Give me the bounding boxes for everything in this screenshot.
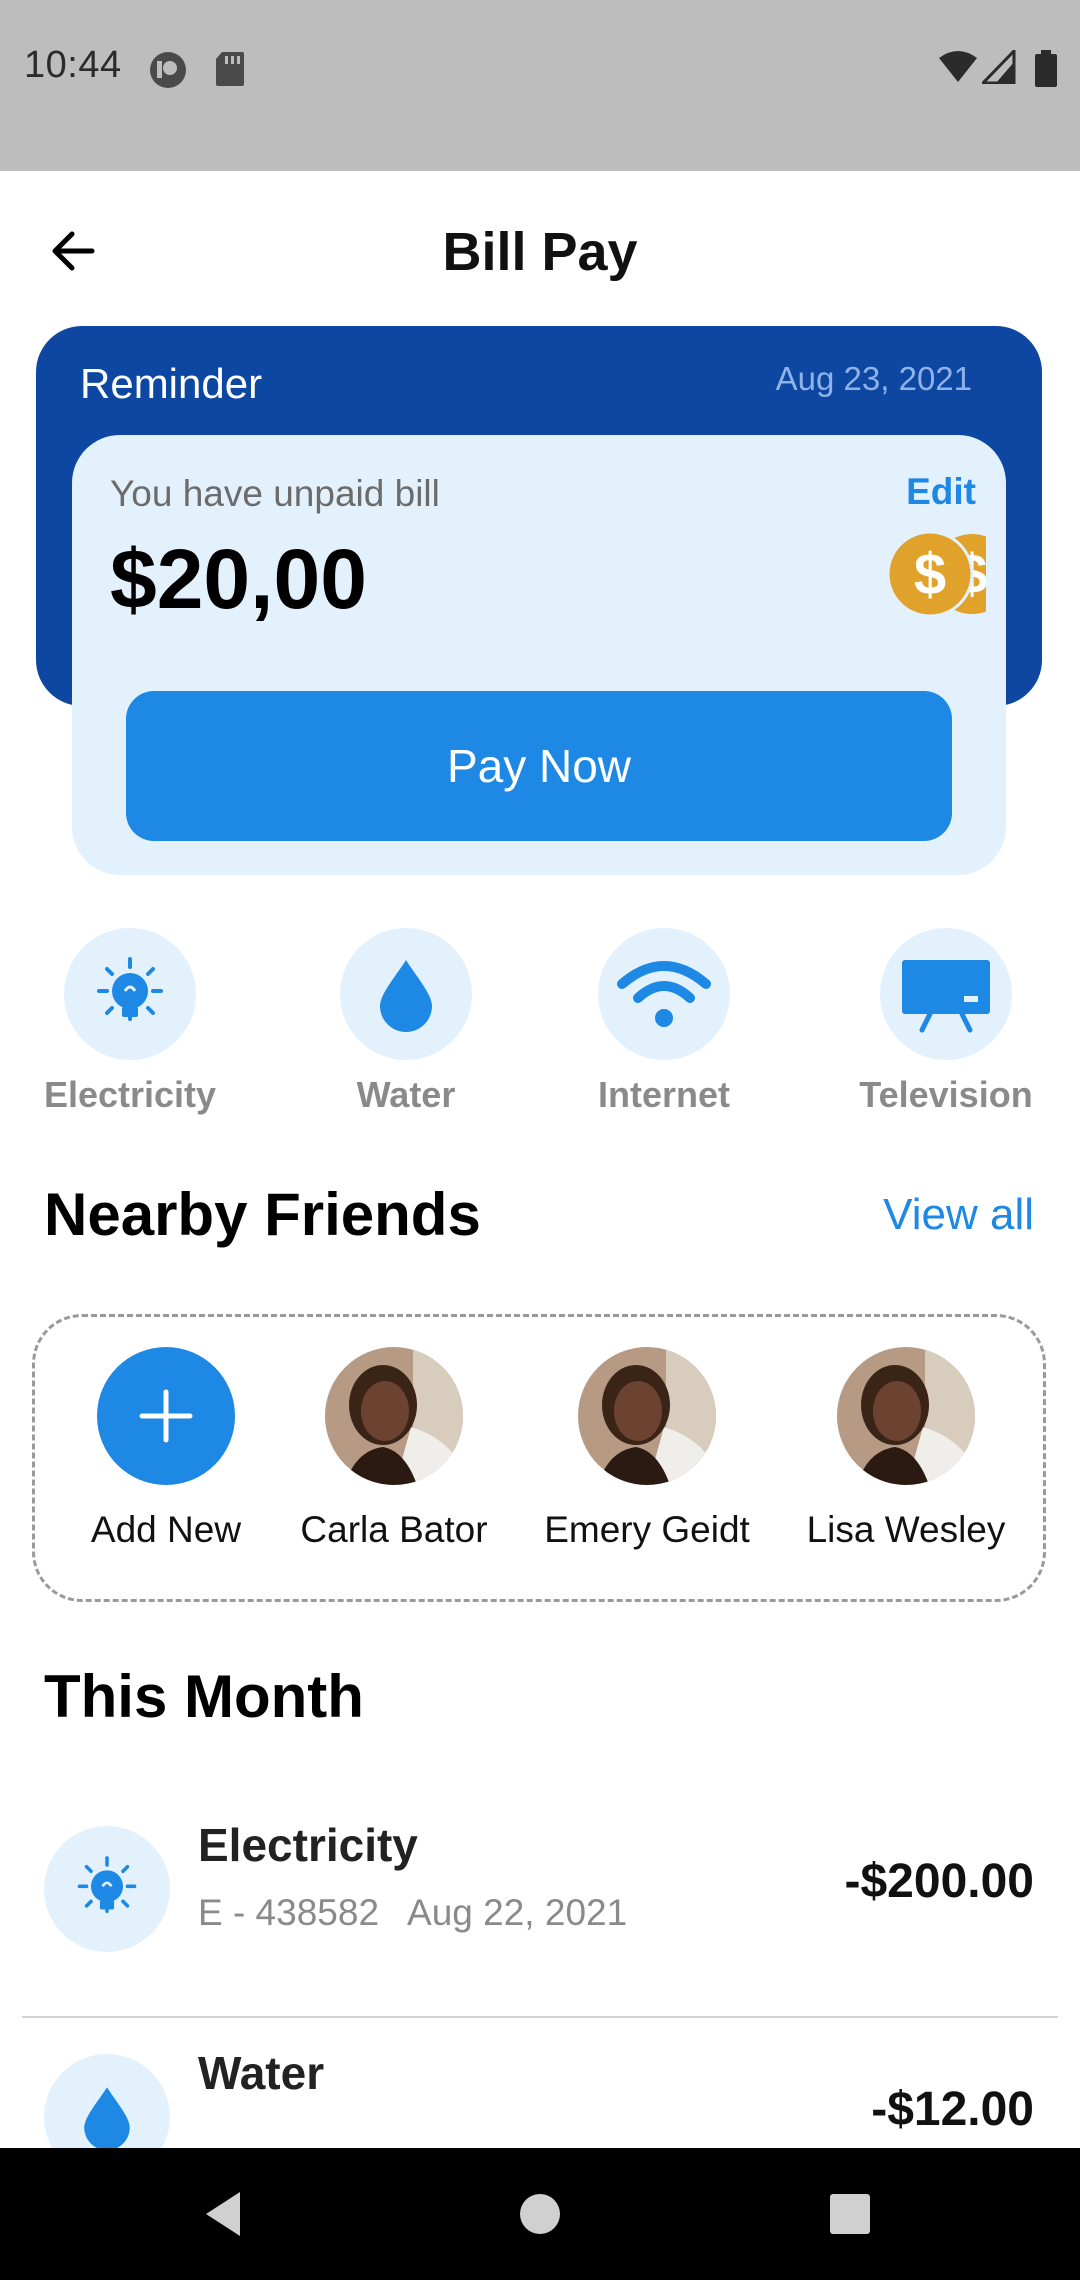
page-title: Bill Pay xyxy=(442,222,638,282)
category-internet[interactable]: Internet xyxy=(554,928,774,1116)
category-label: Electricity xyxy=(43,1074,217,1115)
avatar xyxy=(325,1347,463,1485)
friends-list: Add New Carla Bator Emery Geidt Lisa Wes… xyxy=(32,1314,1046,1602)
friend-name: Add New xyxy=(90,1509,242,1550)
add-new-friend[interactable]: Add New xyxy=(46,1347,286,1551)
bill-amount: $20,00 xyxy=(110,532,367,626)
nav-home-icon[interactable] xyxy=(510,2184,570,2244)
pocket-casts-icon xyxy=(150,52,186,88)
friend-item[interactable]: Carla Bator xyxy=(274,1347,514,1551)
transaction-title: Electricity xyxy=(198,1819,418,1871)
wifi-icon xyxy=(617,961,711,1027)
wifi-signal-icon xyxy=(939,51,977,82)
friend-item[interactable]: Emery Geidt xyxy=(527,1347,767,1551)
bulb-icon xyxy=(77,1856,137,1913)
avatar-photo xyxy=(837,1347,975,1485)
add-button[interactable] xyxy=(97,1347,235,1485)
reminder-date: Aug 23, 2021 xyxy=(775,360,972,397)
avatar xyxy=(837,1347,975,1485)
category-label: Television xyxy=(859,1074,1033,1115)
app-header: Bill Pay xyxy=(0,171,1080,321)
category-electricity[interactable]: Electricity xyxy=(20,928,240,1116)
avatar-photo xyxy=(325,1347,463,1485)
friend-name: Emery Geidt xyxy=(544,1509,750,1550)
transaction-amount: -$200.00 xyxy=(844,1855,1035,1908)
tv-icon xyxy=(902,960,990,1033)
status-time: 10:44 xyxy=(24,44,122,86)
unpaid-bill-text: You have unpaid bill xyxy=(110,473,440,514)
sd-card-icon xyxy=(216,52,244,86)
unpaid-bill-panel: You have unpaid bill Edit $20,00 $ $ Pay… xyxy=(72,435,1006,875)
transaction-meta: E - 438582 Aug 22, 2021 xyxy=(198,1892,655,1934)
drop-icon xyxy=(84,2087,130,2151)
nav-back-icon[interactable] xyxy=(196,2184,256,2244)
friend-item[interactable]: Lisa Wesley xyxy=(786,1347,1026,1551)
avatar xyxy=(578,1347,716,1485)
coins-icon: $ $ xyxy=(886,530,986,618)
friend-name: Carla Bator xyxy=(300,1509,488,1550)
this-month-title: This Month xyxy=(44,1663,364,1730)
pay-now-button[interactable]: Pay Now xyxy=(126,691,952,841)
battery-icon xyxy=(1035,50,1057,87)
reminder-label: Reminder xyxy=(80,360,263,407)
transaction-row[interactable]: Electricity E - 438582 Aug 22, 2021 -$200… xyxy=(22,1790,1058,2018)
plus-icon xyxy=(139,1389,193,1443)
edit-button[interactable]: Edit xyxy=(906,471,976,513)
friend-name: Lisa Wesley xyxy=(806,1509,1006,1550)
transaction-amount: -$12.00 xyxy=(871,2083,1034,2136)
transaction-code: E - 438582 xyxy=(198,1892,380,1933)
transaction-title: Water xyxy=(198,2047,325,2099)
nav-recents-icon[interactable] xyxy=(820,2184,880,2244)
svg-text:$: $ xyxy=(914,542,946,607)
transaction-date: Aug 22, 2021 xyxy=(407,1892,628,1933)
category-label: Water xyxy=(356,1074,456,1115)
category-water[interactable]: Water xyxy=(296,928,516,1116)
nearby-friends-title: Nearby Friends xyxy=(44,1181,481,1248)
cell-signal-icon xyxy=(982,50,1016,84)
category-television[interactable]: Television xyxy=(836,928,1056,1116)
status-bar: 10:44 xyxy=(0,0,1080,171)
avatar-photo xyxy=(578,1347,716,1485)
system-nav-bar xyxy=(0,2148,1080,2280)
drop-icon xyxy=(380,960,432,1032)
bulb-icon xyxy=(97,957,163,1021)
view-all-link[interactable]: View all xyxy=(883,1190,1034,1240)
category-label: Internet xyxy=(597,1074,730,1115)
